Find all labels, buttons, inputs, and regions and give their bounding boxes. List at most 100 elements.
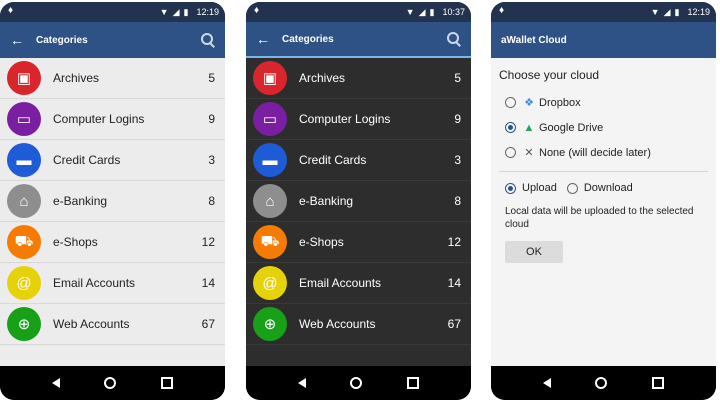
cloud-dialog: Choose your cloud ❖ Dropbox ▲ Google Dri… — [491, 58, 716, 366]
nav-recents-icon[interactable] — [160, 377, 173, 389]
phone-dark-theme: ♦ ▼ ◢ ▮ 10:37 ← Categories ▣ Archives 5 … — [246, 2, 471, 400]
category-name: e-Banking — [299, 194, 354, 208]
system-nav-bar — [491, 366, 716, 400]
category-list-container: ▣ Archives 5 ▭ Computer Logins 9 ▬ Credi… — [246, 58, 471, 366]
credit-card-icon: ▬ — [253, 143, 287, 177]
category-row-web-accounts[interactable]: ⊕ Web Accounts 67 — [0, 304, 225, 345]
radio-download[interactable]: Download — [566, 182, 633, 194]
back-arrow-icon[interactable]: ← — [256, 31, 274, 47]
radio-button[interactable] — [505, 147, 516, 158]
category-name: Email Accounts — [53, 276, 136, 290]
archive-icon: ▣ — [7, 61, 41, 95]
category-row-archives[interactable]: ▣ Archives 5 — [0, 58, 225, 99]
credit-card-icon: ▬ — [7, 143, 41, 177]
category-row-e-banking[interactable]: ⌂ e-Banking 8 — [246, 181, 471, 222]
search-icon[interactable] — [447, 32, 461, 47]
radio-button[interactable] — [505, 122, 516, 133]
notification-icon: ♦ — [8, 5, 14, 16]
radio-none[interactable]: ✕ None (will decide later) — [499, 140, 708, 165]
radio-button[interactable] — [505, 182, 516, 194]
radio-upload[interactable]: Upload — [505, 182, 557, 194]
wifi-icon: ▼ — [405, 6, 415, 17]
category-row-credit-cards[interactable]: ▬ Credit Cards 3 — [246, 140, 471, 181]
category-name: e-Shops — [299, 235, 344, 249]
radio-label: Upload — [522, 182, 557, 194]
archive-icon: ▣ — [253, 61, 287, 95]
app-bar: ← Categories — [246, 22, 471, 58]
status-bar: ♦ ▼ ◢ ▮ 10:37 — [246, 2, 471, 22]
app-bar: ← Categories — [0, 22, 225, 58]
category-row-credit-cards[interactable]: ▬ Credit Cards 3 — [0, 140, 225, 181]
nav-back-icon[interactable] — [52, 378, 61, 388]
signal-icon: ◢ — [663, 6, 671, 17]
back-arrow-icon[interactable]: ← — [10, 32, 28, 48]
globe-icon: ⊕ — [7, 307, 41, 341]
sync-direction-group: Upload Download — [499, 177, 708, 199]
category-name: Credit Cards — [299, 153, 367, 167]
wifi-icon: ▼ — [650, 6, 660, 17]
signal-icon: ◢ — [172, 6, 180, 17]
category-row-computer-logins[interactable]: ▭ Computer Logins 9 — [0, 99, 225, 140]
cart-icon: ⛟ — [7, 225, 41, 259]
category-name: Archives — [299, 71, 346, 85]
category-count: 5 — [208, 71, 215, 85]
category-name: Email Accounts — [299, 276, 382, 290]
radio-button[interactable] — [566, 182, 578, 194]
globe-icon: ⊕ — [253, 307, 287, 341]
radio-label: Download — [583, 182, 633, 194]
status-bar: ♦ ▼ ◢ ▮ 12:19 — [0, 2, 225, 22]
close-icon: ✕ — [524, 147, 534, 159]
at-icon: @ — [253, 266, 287, 300]
category-name: e-Banking — [53, 194, 108, 208]
search-icon[interactable] — [201, 33, 215, 48]
category-row-email-accounts[interactable]: @ Email Accounts 14 — [246, 263, 471, 304]
radio-google-drive[interactable]: ▲ Google Drive — [499, 115, 708, 140]
nav-home-icon[interactable] — [104, 377, 117, 389]
category-count: 14 — [201, 276, 215, 290]
status-time: 12:19 — [687, 7, 710, 17]
notification-icon: ♦ — [254, 5, 260, 16]
nav-home-icon[interactable] — [595, 377, 608, 389]
nav-recents-icon[interactable] — [406, 377, 419, 389]
category-count: 67 — [201, 317, 215, 331]
nav-recents-icon[interactable] — [651, 377, 664, 389]
category-row-e-shops[interactable]: ⛟ e-Shops 12 — [0, 222, 225, 263]
category-count: 9 — [454, 112, 461, 126]
status-time: 10:37 — [442, 7, 465, 17]
category-row-archives[interactable]: ▣ Archives 5 — [246, 58, 471, 99]
battery-icon: ▮ — [429, 6, 435, 17]
battery-icon: ▮ — [674, 6, 680, 17]
category-count: 9 — [208, 112, 215, 126]
category-row-web-accounts[interactable]: ⊕ Web Accounts 67 — [246, 304, 471, 345]
bank-icon: ⌂ — [253, 184, 287, 218]
category-name: Computer Logins — [53, 112, 145, 126]
nav-back-icon[interactable] — [543, 378, 552, 388]
app-bar: aWallet Cloud — [491, 22, 716, 58]
signal-icon: ◢ — [418, 6, 426, 17]
at-icon: @ — [7, 266, 41, 300]
google-drive-icon: ▲ — [523, 121, 535, 134]
category-row-computer-logins[interactable]: ▭ Computer Logins 9 — [246, 99, 471, 140]
category-count: 67 — [447, 317, 461, 331]
radio-button[interactable] — [505, 97, 516, 108]
phone-cloud-screen: ♦ ▼ ◢ ▮ 12:19 aWallet Cloud Choose your … — [491, 2, 716, 400]
category-count: 8 — [454, 194, 461, 208]
category-row-e-shops[interactable]: ⛟ e-Shops 12 — [246, 222, 471, 263]
radio-label: None (will decide later) — [539, 146, 651, 159]
category-list: ▣ Archives 5 ▭ Computer Logins 9 ▬ Credi… — [0, 58, 225, 345]
category-count: 5 — [454, 71, 461, 85]
page-title: Categories — [36, 34, 88, 46]
category-list: ▣ Archives 5 ▭ Computer Logins 9 ▬ Credi… — [246, 58, 471, 345]
nav-back-icon[interactable] — [298, 378, 307, 388]
nav-home-icon[interactable] — [350, 377, 363, 389]
category-count: 3 — [208, 153, 215, 167]
page-title: Categories — [282, 33, 334, 45]
category-row-email-accounts[interactable]: @ Email Accounts 14 — [0, 263, 225, 304]
system-nav-bar — [0, 366, 225, 400]
category-row-e-banking[interactable]: ⌂ e-Banking 8 — [0, 181, 225, 222]
status-bar: ♦ ▼ ◢ ▮ 12:19 — [491, 2, 716, 22]
ok-button[interactable]: OK — [505, 241, 563, 263]
radio-dropbox[interactable]: ❖ Dropbox — [499, 90, 708, 115]
category-count: 14 — [447, 276, 461, 290]
category-name: Computer Logins — [299, 112, 391, 126]
